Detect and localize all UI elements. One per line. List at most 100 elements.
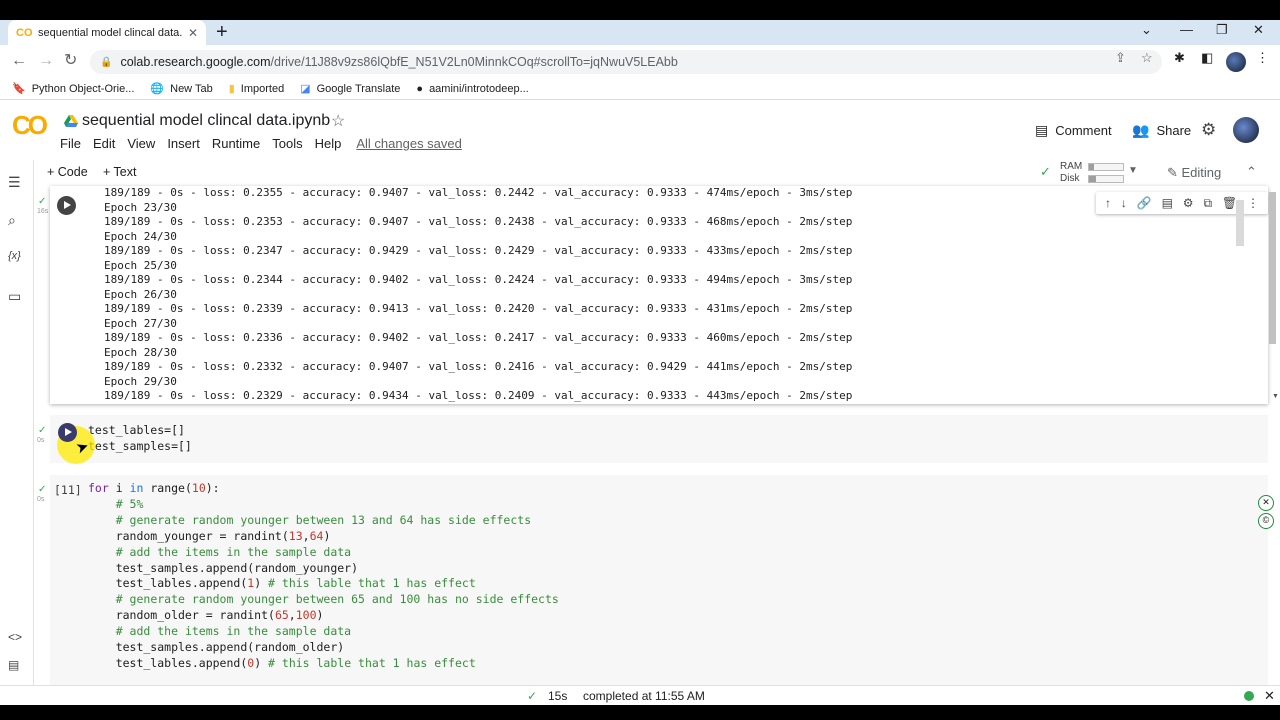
translate-icon: ◪ xyxy=(300,83,311,95)
close-tab-icon[interactable]: ✕ xyxy=(188,26,198,40)
add-code-button[interactable]: + Code xyxy=(47,165,88,179)
notebook-content: ✓ 16s 189/189 - 0s - loss: 0.2355 - accu… xyxy=(34,186,1280,685)
disk-label: Disk xyxy=(1060,173,1080,184)
cell-success-check-icon: ✓ xyxy=(38,484,47,495)
notebook-scrollbar[interactable] xyxy=(1236,200,1244,246)
share-page-icon[interactable]: ⇪ xyxy=(1115,50,1126,66)
files-folder-icon[interactable]: ▭ xyxy=(8,288,21,305)
pencil-icon: ✎ xyxy=(1167,165,1182,180)
command-palette-icon[interactable]: ▤ xyxy=(8,658,19,672)
colab-favicon-icon: CO xyxy=(16,26,33,39)
menu-file[interactable]: File xyxy=(60,136,81,151)
settings-gear-icon[interactable]: ⚙ xyxy=(1201,120,1216,140)
notebook-title[interactable]: sequential model clincal data.ipynb xyxy=(82,112,330,130)
add-text-button[interactable]: + Text xyxy=(103,165,136,179)
maximize-icon[interactable]: ❐ xyxy=(1216,22,1228,38)
ram-label: RAM xyxy=(1060,161,1083,172)
browser-profile-avatar[interactable] xyxy=(1226,52,1246,72)
variables-icon[interactable]: {x} xyxy=(8,250,21,262)
side-badges: ✕ © xyxy=(1258,495,1276,531)
output-line: 189/189 - 0s - loss: 0.2344 - accuracy: … xyxy=(104,273,853,286)
menu-help[interactable]: Help xyxy=(315,136,342,151)
comment-cell-icon[interactable]: ▤ xyxy=(1162,196,1173,210)
folder-icon: ▮ xyxy=(228,83,235,95)
code-editor[interactable]: test_lables=[] test_samples=[] xyxy=(88,423,192,455)
code-cell-generate-data[interactable]: [11] for i in range(10): # 5% # generate… xyxy=(50,475,1268,685)
tab-search-icon[interactable]: ⌄ xyxy=(1141,22,1152,38)
search-icon[interactable]: ⌕ xyxy=(8,212,16,229)
cell-exec-time: 0s xyxy=(37,496,45,503)
ram-bar xyxy=(1088,163,1124,171)
output-line: 189/189 - 0s - loss: 0.2332 - accuracy: … xyxy=(104,360,853,373)
output-scrollbar[interactable] xyxy=(1269,192,1276,344)
menu-edit[interactable]: Edit xyxy=(93,136,115,151)
forward-icon[interactable]: → xyxy=(38,52,54,70)
close-status-icon[interactable]: ✕ xyxy=(1264,688,1275,704)
extension-badge-icon[interactable]: © xyxy=(1258,513,1274,529)
status-bar: ✓ 15s completed at 11:55 AM ✕ xyxy=(0,685,1280,705)
collapse-header-icon[interactable]: ⌃ xyxy=(1246,164,1257,180)
cell-settings-icon[interactable]: ⚙ xyxy=(1183,196,1194,210)
resources-dropdown-icon[interactable]: ▼ xyxy=(1128,165,1138,176)
close-window-icon[interactable]: ✕ xyxy=(1253,22,1264,38)
bookmark-imported[interactable]: ▮ Imported xyxy=(228,82,284,96)
execution-completed[interactable]: completed at 11:55 AM xyxy=(583,689,705,703)
globe-icon: 🌐 xyxy=(150,83,165,95)
extensions-icon[interactable]: ✱ xyxy=(1174,50,1185,66)
output-line: Epoch 28/30 xyxy=(104,345,177,359)
comment-button[interactable]: ▤ Comment xyxy=(1035,122,1112,139)
bookmark-python[interactable]: 🔖 Python Object-Orie... xyxy=(12,82,134,96)
training-cell: ✓ 16s 189/189 - 0s - loss: 0.2355 - accu… xyxy=(34,186,1279,408)
execution-count: [11] xyxy=(54,483,82,497)
menu-tools[interactable]: Tools xyxy=(272,136,302,151)
back-icon[interactable]: ← xyxy=(11,52,27,70)
minimize-icon[interactable]: — xyxy=(1180,22,1193,37)
bookmark-new-tab[interactable]: 🌐 New Tab xyxy=(150,82,212,96)
connected-check-icon: ✓ xyxy=(1040,164,1051,179)
scroll-down-arrow-icon[interactable]: ▼ xyxy=(1272,393,1279,400)
delete-cell-icon[interactable]: 🗑 xyxy=(1222,196,1237,210)
output-line: Epoch 29/30 xyxy=(104,374,177,388)
cell-success-check-icon: ✓ xyxy=(38,425,47,436)
star-icon[interactable]: ☆ xyxy=(331,111,345,131)
reload-icon[interactable]: ↻ xyxy=(64,52,77,70)
menu-runtime[interactable]: Runtime xyxy=(212,136,260,151)
browser-tab[interactable]: CO sequential model clincal data.ipyb ✕ xyxy=(8,20,206,45)
menu-insert[interactable]: Insert xyxy=(167,136,200,151)
more-options-icon[interactable]: ⋮ xyxy=(1247,196,1259,210)
browser-menu-icon[interactable]: ⋮ xyxy=(1256,50,1269,66)
people-icon: 👥 xyxy=(1132,122,1150,138)
cell-exec-time: 16s xyxy=(37,208,49,215)
move-down-icon[interactable]: ↓ xyxy=(1121,196,1127,210)
output-line: Epoch 23/30 xyxy=(104,200,177,214)
colab-header: CO sequential model clincal data.ipynb ☆… xyxy=(0,100,1280,160)
account-avatar[interactable] xyxy=(1233,117,1259,143)
save-status[interactable]: All changes saved xyxy=(356,136,462,151)
menu-bar: File Edit View Insert Runtime Tools Help… xyxy=(60,136,474,151)
lock-icon: 🔒 xyxy=(100,56,113,68)
menu-view[interactable]: View xyxy=(127,136,155,151)
output-line: 189/189 - 0s - loss: 0.2329 - accuracy: … xyxy=(104,389,853,402)
output-line: Epoch 24/30 xyxy=(104,229,177,243)
bookmark-favicon-icon: 🔖 xyxy=(12,83,26,95)
colab-logo[interactable]: CO xyxy=(12,110,48,141)
close-badge-icon[interactable]: ✕ xyxy=(1258,495,1274,511)
google-drive-icon xyxy=(64,115,78,127)
code-editor[interactable]: for i in range(10): # 5% # generate rand… xyxy=(88,481,559,672)
share-button[interactable]: 👥 Share xyxy=(1132,122,1191,139)
code-cell-init-lists[interactable]: test_lables=[] test_samples=[] xyxy=(50,415,1268,463)
output-line: Epoch 25/30 xyxy=(104,258,177,272)
run-cell-button[interactable] xyxy=(57,196,76,215)
move-up-icon[interactable]: ↑ xyxy=(1105,196,1111,210)
bookmark-github[interactable]: ● aamini/introtodeep... xyxy=(416,83,528,95)
new-tab-button[interactable]: + xyxy=(216,21,228,43)
address-bar[interactable]: 🔒 colab.research.google.com/drive/11J88v… xyxy=(90,50,1162,74)
mirror-cell-icon[interactable]: ⧉ xyxy=(1203,196,1212,211)
side-panel-icon[interactable]: ◧ xyxy=(1201,50,1213,66)
bookmark-star-icon[interactable]: ☆ xyxy=(1141,50,1153,66)
editing-mode-button[interactable]: ✎ Editing xyxy=(1167,165,1221,181)
table-of-contents-icon[interactable]: ☰ xyxy=(8,174,21,191)
link-icon[interactable]: 🔗 xyxy=(1137,196,1152,210)
bookmark-google-translate[interactable]: ◪ Google Translate xyxy=(300,82,400,96)
code-snippets-icon[interactable]: <> xyxy=(8,630,22,644)
